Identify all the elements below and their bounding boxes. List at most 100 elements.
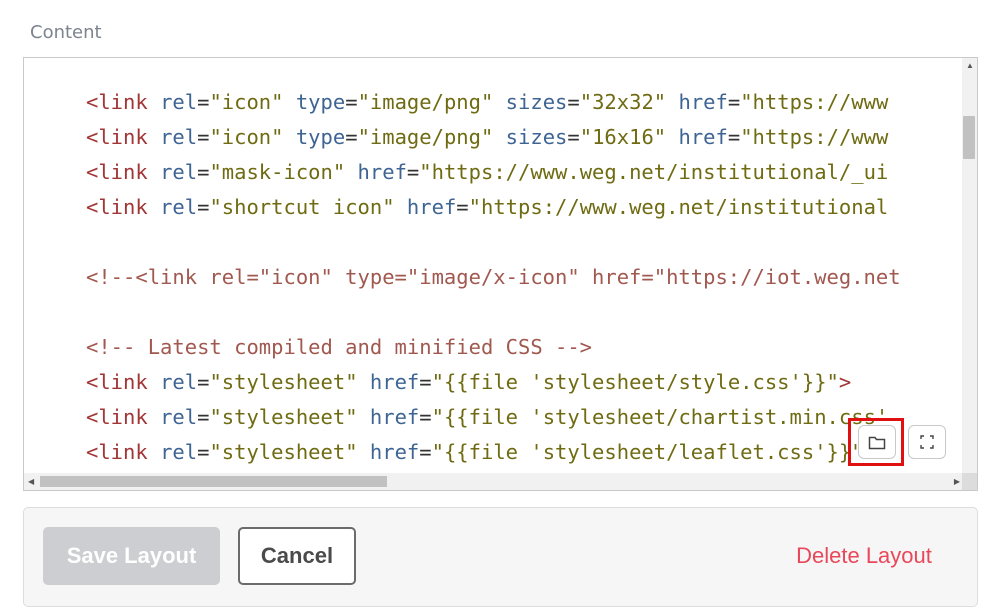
code-token: rel xyxy=(160,195,198,219)
code-token: "icon" xyxy=(209,125,284,149)
code-token: = xyxy=(727,90,741,114)
scrollbar-corner xyxy=(962,473,977,490)
code-token: type xyxy=(295,125,346,149)
code-line: <link rel="stylesheet" href="{{file 'sty… xyxy=(86,400,888,435)
code-token: rel xyxy=(160,160,198,184)
code-token: sizes xyxy=(505,125,568,149)
code-token: "16x16" xyxy=(579,125,667,149)
code-token: "{{file 'stylesheet/chartist.min.css' xyxy=(431,405,889,429)
scroll-right-arrow-icon[interactable]: ▶ xyxy=(954,478,960,486)
code-area[interactable]: <link rel="icon" type="image/png" sizes=… xyxy=(24,58,964,474)
code-token: = xyxy=(197,195,210,219)
code-token: href xyxy=(369,440,420,464)
code-token: <!--<link rel="icon" type="image/x-icon"… xyxy=(86,265,901,289)
vertical-scroll-thumb[interactable] xyxy=(963,116,975,159)
fullscreen-button[interactable] xyxy=(908,425,946,459)
code-token: "stylesheet" xyxy=(209,440,358,464)
scroll-left-arrow-icon[interactable]: ◀ xyxy=(28,478,34,486)
code-token: <link xyxy=(86,195,148,219)
code-token: href xyxy=(678,125,728,149)
code-token: <link xyxy=(86,405,148,429)
code-token: <link xyxy=(86,160,148,184)
code-line: <link rel="icon" type="image/png" sizes=… xyxy=(86,120,888,155)
code-token: rel xyxy=(160,90,198,114)
code-token: "32x32" xyxy=(579,90,667,114)
code-line: <link rel="stylesheet" href="{{file 'sty… xyxy=(86,435,876,470)
code-token: <!-- Latest compiled and minified CSS --… xyxy=(86,335,593,359)
code-token: "image/png" xyxy=(357,125,494,149)
code-token: type xyxy=(295,90,346,114)
code-token: = xyxy=(197,440,210,464)
code-token: "https://www xyxy=(740,90,889,114)
code-token: = xyxy=(197,370,210,394)
code-token: "stylesheet" xyxy=(209,405,358,429)
code-token: <link xyxy=(86,125,148,149)
code-token: = xyxy=(419,405,432,429)
code-token: rel xyxy=(160,440,198,464)
code-token: = xyxy=(567,90,580,114)
code-line: <link rel="icon" type="image/png" sizes=… xyxy=(86,85,888,120)
delete-layout-button[interactable]: Delete Layout xyxy=(764,527,964,585)
code-token: "stylesheet" xyxy=(209,370,358,394)
code-token: rel xyxy=(160,405,198,429)
code-token: "icon" xyxy=(209,90,284,114)
code-token: <link xyxy=(86,440,148,464)
code-token: "https://www xyxy=(740,125,889,149)
cancel-button[interactable]: Cancel xyxy=(238,527,356,585)
code-line: <link rel="stylesheet" href="{{file 'sty… xyxy=(86,365,851,400)
code-token: href xyxy=(369,405,420,429)
code-token: "mask-icon" xyxy=(209,160,346,184)
code-token: "https://www.weg.net/institutional xyxy=(468,195,889,219)
save-layout-button[interactable]: Save Layout xyxy=(43,527,220,585)
code-token: = xyxy=(727,125,741,149)
scroll-up-arrow-icon[interactable]: ▲ xyxy=(966,62,974,70)
content-label: Content xyxy=(30,22,102,43)
code-token: "shortcut icon" xyxy=(209,195,395,219)
highlight-box xyxy=(848,418,904,466)
fullscreen-icon xyxy=(920,435,934,449)
code-token: = xyxy=(197,160,210,184)
code-token: <link xyxy=(86,90,148,114)
code-token: = xyxy=(345,90,358,114)
code-line: <!--<link rel="icon" type="image/x-icon"… xyxy=(86,260,901,295)
code-token: = xyxy=(197,90,210,114)
code-token: href xyxy=(406,195,457,219)
code-token: href xyxy=(369,370,420,394)
code-token: href xyxy=(678,90,728,114)
code-token: = xyxy=(419,370,432,394)
code-token: sizes xyxy=(505,90,568,114)
form-footer: Save Layout Cancel Delete Layout xyxy=(23,507,978,607)
code-token: rel xyxy=(160,125,198,149)
code-token: "image/png" xyxy=(357,90,494,114)
code-token: href xyxy=(357,160,407,184)
horizontal-scroll-thumb[interactable] xyxy=(40,476,387,487)
horizontal-scrollbar[interactable]: ◀ ▶ xyxy=(24,473,964,490)
vertical-scrollbar[interactable]: ▲ xyxy=(962,58,977,474)
code-token: = xyxy=(197,405,210,429)
code-token: "https://www.weg.net/institutional/_ui xyxy=(419,160,889,184)
code-editor[interactable]: <link rel="icon" type="image/png" sizes=… xyxy=(23,57,978,491)
code-token: rel xyxy=(160,370,198,394)
code-token: = xyxy=(419,440,432,464)
code-line: <!-- Latest compiled and minified CSS --… xyxy=(86,330,592,365)
code-token: "{{file 'stylesheet/leaflet.css'}}" xyxy=(431,440,864,464)
code-token: = xyxy=(197,125,210,149)
